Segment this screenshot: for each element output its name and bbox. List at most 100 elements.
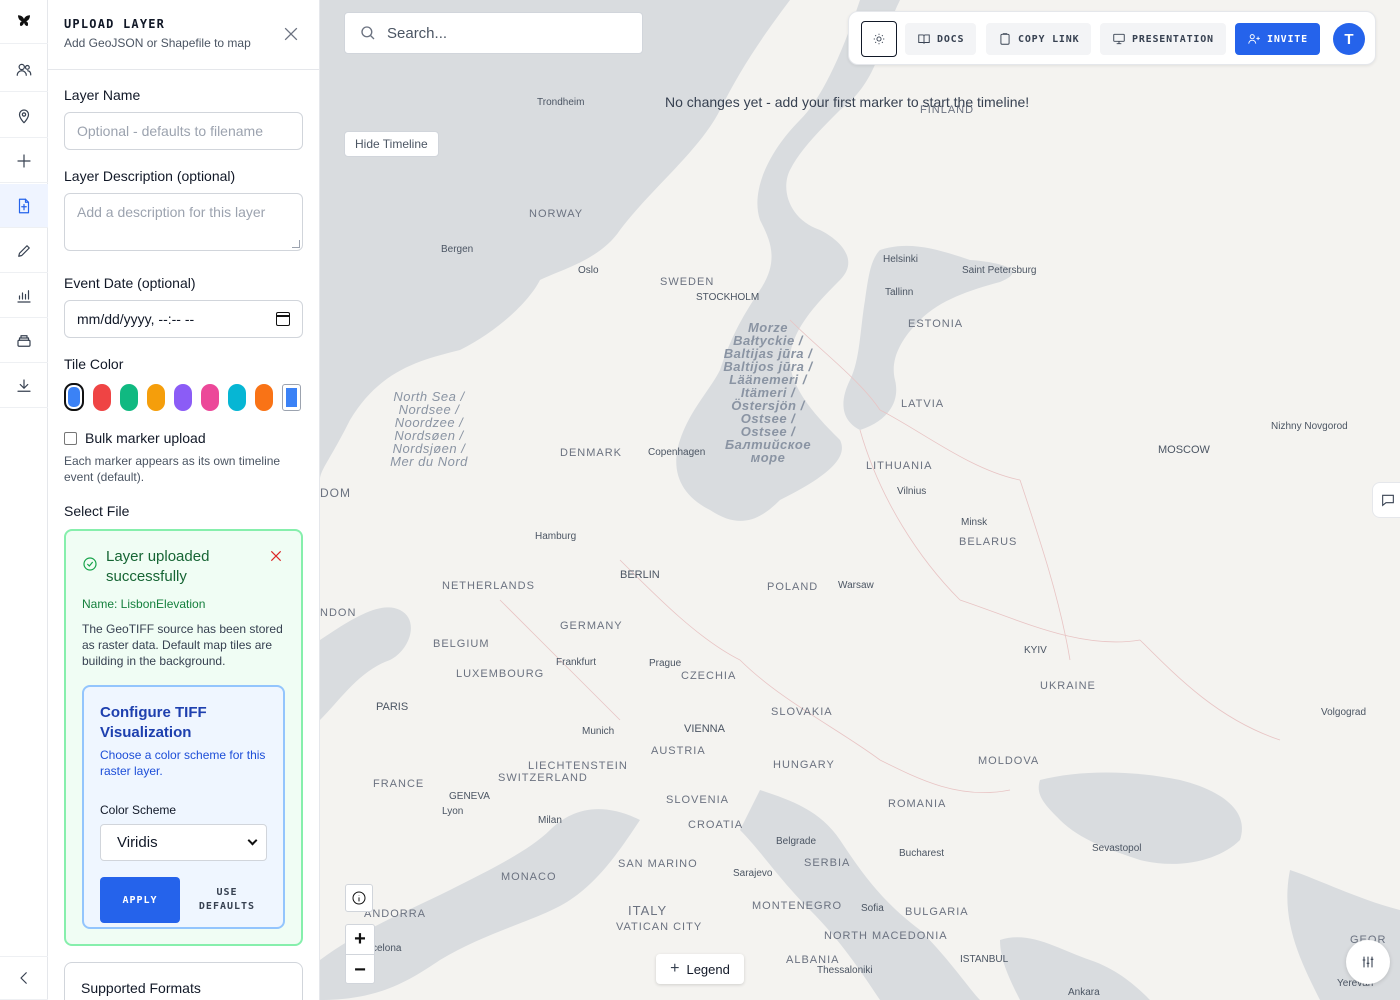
layer-name-input[interactable]: Optional - defaults to filename [64,112,303,150]
check-circle-icon [82,547,98,587]
search-placeholder: Search... [387,24,448,42]
city-sevastopol: Sevastopol [1092,843,1142,854]
resize-grip[interactable] [292,240,300,248]
tiff-config-title: Configure TIFF Visualization [100,704,207,741]
label-ndon: NDON [320,607,357,619]
zoom-in-button[interactable]: + [346,925,374,955]
label-switzerland: SWITZERLAND [498,772,588,784]
file-upload-icon[interactable] [0,184,48,228]
city-vienna: VIENNA [684,723,725,735]
tiff-config-description: Choose a color scheme for this raster la… [100,748,266,778]
event-date-value: mm/dd/yyyy, --:-- -- [77,311,195,327]
copy-link-button[interactable]: COPY LINK [986,23,1092,55]
tile-color-label: Tile Color [64,356,124,372]
upload-layer-panel: UPLOAD LAYER Add GeoJSON or Shapefile to… [48,0,320,1000]
success-description: The GeoTIFF source has been stored as ra… [82,622,283,668]
label-slovenia: SLOVENIA [666,794,730,806]
info-button[interactable] [345,884,373,912]
label-belarus: BELARUS [959,536,1018,548]
legend-button[interactable]: + Legend [656,954,744,984]
layer-description-label: Layer Description (optional) [64,168,236,184]
city-prague: Prague [649,658,682,669]
event-date-input[interactable]: mm/dd/yyyy, --:-- -- [64,300,303,338]
bar-chart-icon[interactable] [0,274,48,318]
color-swatch[interactable] [174,383,192,411]
city-milan: Milan [538,815,562,826]
label-belgium: BELGIUM [433,638,490,650]
color-scheme-select[interactable]: Viridis [100,824,267,861]
color-swatch[interactable] [93,383,111,411]
calendar-icon[interactable] [276,312,290,326]
tile-color-swatches [64,383,303,411]
dismiss-success-icon[interactable] [269,549,283,568]
clipboard-icon [1000,33,1010,45]
city-sofia: Sofia [861,903,884,914]
presentation-button[interactable]: PRESENTATION [1100,23,1226,55]
map-pin-icon[interactable] [0,94,48,138]
city-sarajevo: Sarajevo [733,868,773,879]
label-poland: POLAND [767,581,819,593]
download-icon[interactable] [0,364,48,408]
chevron-down-icon [247,835,258,846]
label-dom: DOM [320,486,351,500]
select-file-label: Select File [64,503,130,519]
city-vilnius: Vilnius [897,486,927,497]
custom-color-picker[interactable] [282,383,301,411]
panel-subtitle: Add GeoJSON or Shapefile to map [64,36,251,50]
supported-formats-card[interactable]: Supported Formats [64,962,303,1000]
city-saint-petersburg: Saint Petersburg [962,265,1037,276]
hide-timeline-button[interactable]: Hide Timeline [344,131,439,157]
bulk-upload-hint: Each marker appears as its own timeline … [64,454,281,484]
color-swatch[interactable] [147,383,165,411]
city-ankara: Ankara [1068,987,1100,998]
layers-icon[interactable] [0,319,48,363]
use-defaults-button[interactable]: USE DEFAULTS [188,877,266,923]
bulk-upload-label[interactable]: Bulk marker upload [85,430,206,446]
close-panel-icon[interactable] [281,24,301,44]
layer-description-input[interactable]: Add a description for this layer [64,193,303,251]
users-icon[interactable] [0,48,48,92]
avatar[interactable]: T [1333,23,1365,55]
label-liechtenstein: LIECHTENSTEIN [528,760,628,772]
event-date-label: Event Date (optional) [64,275,196,291]
butterfly-logo-icon[interactable] [0,0,48,44]
city-volgograd: Volgograd [1321,707,1367,718]
label-netherlands: NETHERLANDS [442,580,535,592]
pencil-icon[interactable] [0,229,48,273]
plus-icon[interactable] [0,139,48,183]
search-icon [361,26,375,40]
collapse-chevron-icon[interactable] [0,956,48,1000]
color-swatch[interactable] [201,383,219,411]
city-thessaloniki: Thessaloniki [817,965,873,976]
color-swatch[interactable] [228,383,246,411]
success-title-row: Layer uploaded successfully [82,547,285,587]
city-copenhagen: Copenhagen [648,447,706,458]
label-vatican: VATICAN CITY [616,921,703,933]
sun-icon [873,33,885,45]
label-sweden: SWEDEN [660,276,715,288]
color-swatch[interactable] [120,383,138,411]
map-canvas[interactable]: FINLAND NORWAY SWEDEN ESTONIA LATVIA LIT… [320,0,1400,1000]
label-slovakia: SLOVAKIA [771,706,833,718]
panel-header: UPLOAD LAYER Add GeoJSON or Shapefile to… [48,0,319,70]
label-bulgaria: BULGARIA [905,906,969,918]
timeline-notice: No changes yet - add your first marker t… [665,94,1030,110]
layer-description-placeholder: Add a description for this layer [77,204,266,220]
zoom-out-button[interactable]: − [346,955,374,985]
city-geneva: GENEVA [449,791,490,802]
map-settings-button[interactable] [1346,940,1390,984]
label-montenegro: MONTENEGRO [752,900,843,912]
apply-button[interactable]: APPLY [100,877,180,923]
label-romania: ROMANIA [888,798,947,810]
theme-toggle-button[interactable] [861,21,897,57]
label-san-marino: SAN MARINO [618,858,698,870]
docs-button[interactable]: DOCS [905,23,977,55]
bulk-upload-checkbox[interactable] [64,431,77,445]
color-swatch[interactable] [255,383,273,411]
icon-rail [0,0,48,1000]
invite-button[interactable]: INVITE [1235,23,1320,55]
search-input[interactable]: Search... [344,12,643,54]
user-plus-icon [1248,34,1260,44]
color-swatch[interactable] [64,383,84,411]
comments-tab[interactable] [1372,482,1400,518]
